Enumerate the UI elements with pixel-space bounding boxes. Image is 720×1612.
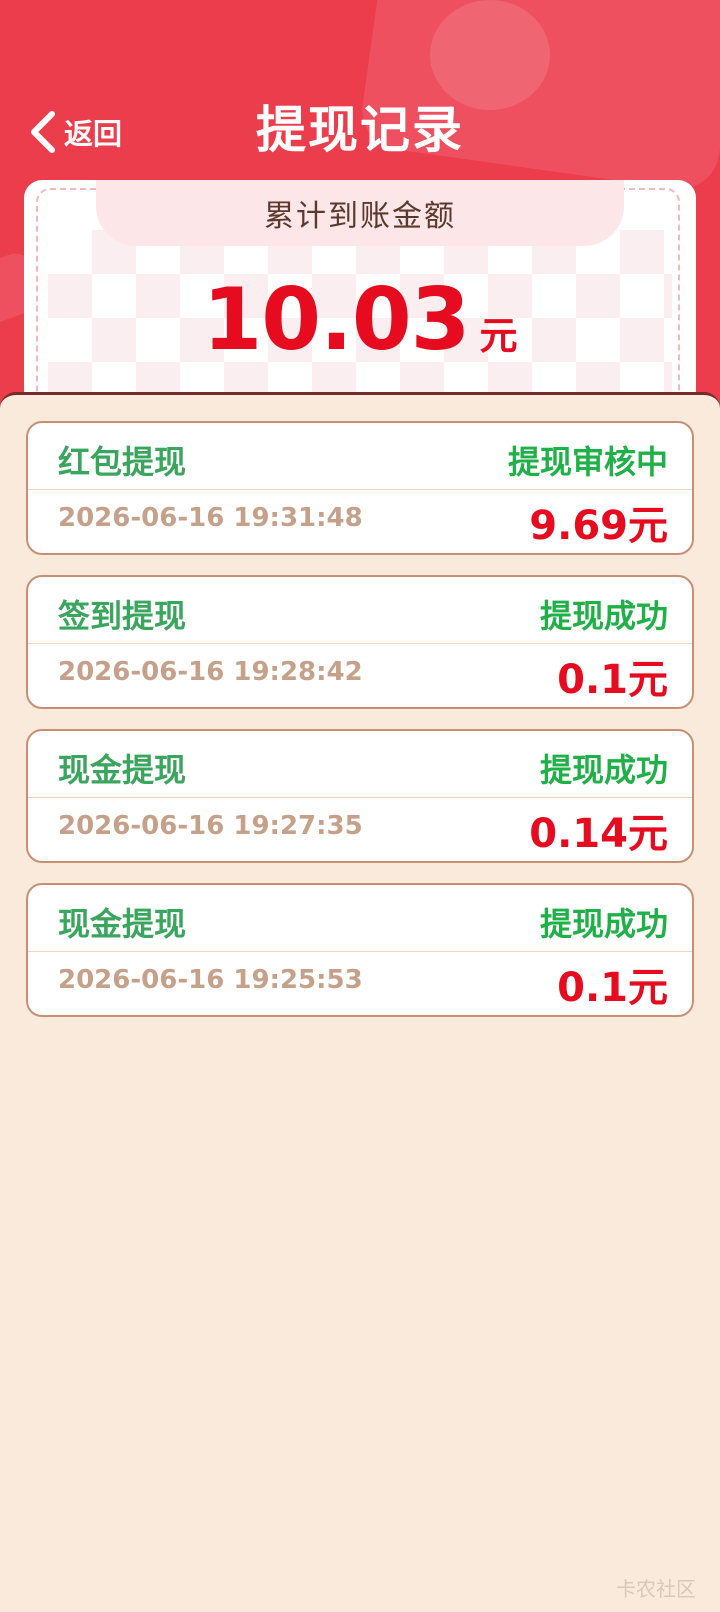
record-header-row: 签到提现 提现成功	[28, 577, 692, 644]
record-amount: 9.69元	[529, 503, 668, 549]
record-item[interactable]: 签到提现 提现成功 2026-06-16 19:28:42 0.1元	[26, 575, 694, 709]
total-amount-unit: 元	[479, 314, 518, 358]
records-panel: 红包提现 提现审核中 2026-06-16 19:31:48 9.69元 签到提…	[0, 392, 720, 1612]
record-status: 提现成功	[539, 751, 668, 789]
record-item[interactable]: 现金提现 提现成功 2026-06-16 19:27:35 0.14元	[26, 729, 694, 863]
record-time: 2026-06-16 19:25:53	[58, 965, 363, 995]
record-item[interactable]: 现金提现 提现成功 2026-06-16 19:25:53 0.1元	[26, 883, 694, 1017]
record-amount: 0.1元	[557, 657, 668, 703]
page-title: 提现记录	[256, 101, 464, 159]
record-amount: 0.1元	[557, 965, 668, 1011]
total-label-tab: 累计到账金额	[96, 180, 624, 246]
watermark: 卡农社区	[616, 1577, 696, 1601]
record-status: 提现审核中	[507, 443, 668, 481]
total-amount: 10.03 元	[0, 270, 720, 370]
total-label: 累计到账金额	[264, 199, 456, 234]
record-header-row: 现金提现 提现成功	[28, 885, 692, 952]
total-amount-value: 10.03	[202, 270, 470, 370]
record-type: 签到提现	[58, 597, 187, 635]
record-type: 现金提现	[58, 751, 187, 789]
record-time: 2026-06-16 19:28:42	[58, 657, 363, 687]
record-time: 2026-06-16 19:27:35	[58, 811, 363, 841]
record-amount: 0.14元	[529, 811, 668, 857]
record-item[interactable]: 红包提现 提现审核中 2026-06-16 19:31:48 9.69元	[26, 421, 694, 555]
record-type: 现金提现	[58, 905, 187, 943]
record-time: 2026-06-16 19:31:48	[58, 503, 363, 533]
record-header-row: 现金提现 提现成功	[28, 731, 692, 798]
record-status: 提现成功	[539, 597, 668, 635]
record-status: 提现成功	[539, 905, 668, 943]
record-header-row: 红包提现 提现审核中	[28, 423, 692, 490]
record-type: 红包提现	[58, 443, 187, 481]
